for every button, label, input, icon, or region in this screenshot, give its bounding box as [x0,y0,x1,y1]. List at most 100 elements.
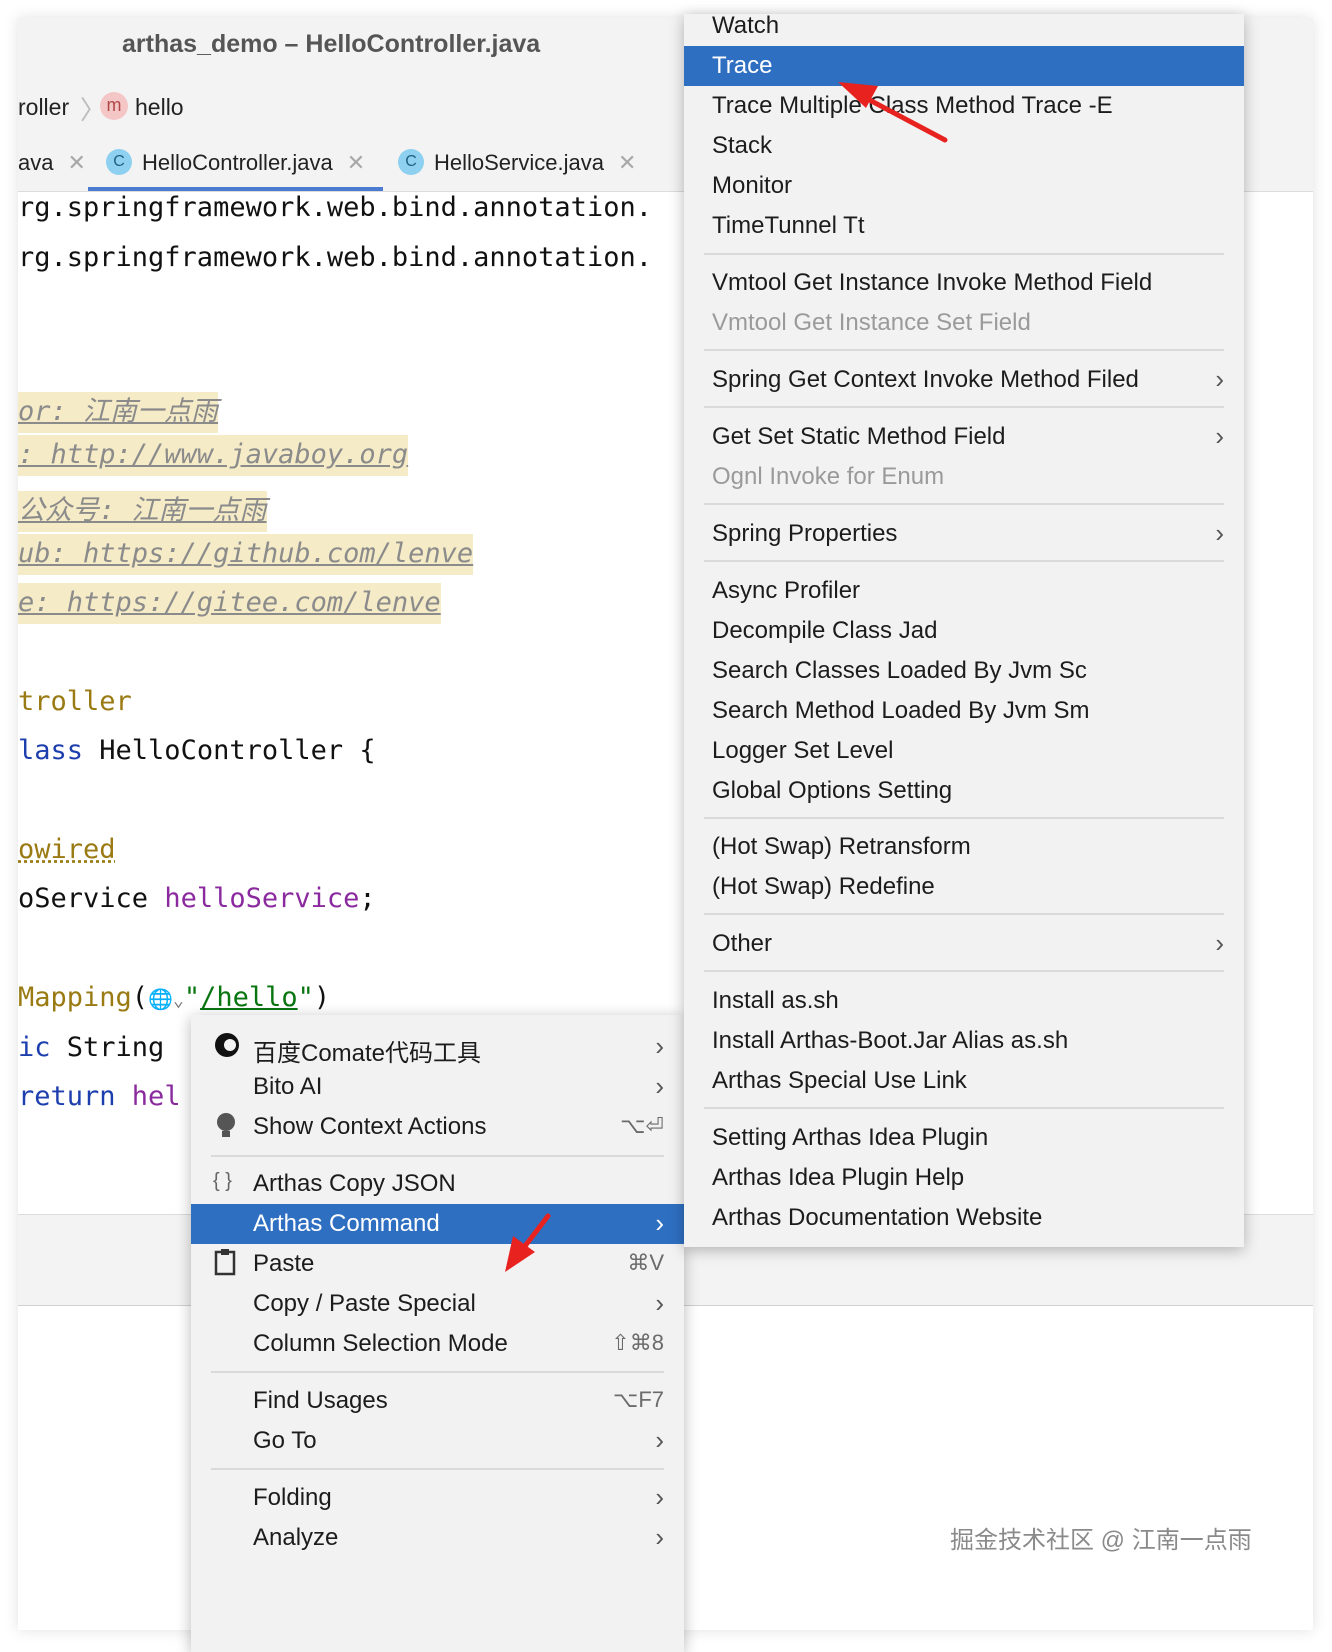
menu-item-get-set-static[interactable]: Get Set Static Method Field › [684,417,1244,457]
menu-item-paste[interactable]: Paste ⌘V [191,1244,684,1284]
menu-item-decompile-jad[interactable]: Decompile Class Jad [684,611,1244,651]
menu-item-label: Stack [712,132,773,159]
code-line-comment: e: https://gitee.com/lenve [18,583,441,624]
menu-item-label: Spring Properties [712,520,898,547]
code-line-comment: or: 江南一点雨 [18,389,219,433]
field-name: helloService [164,883,360,914]
menu-separator [704,817,1224,819]
menu-item-show-context-actions[interactable]: Show Context Actions ⌥⏎ [191,1107,684,1147]
menu-item-label: Search Classes Loaded By Jvm Sc [712,657,1087,684]
menu-item-async-profiler[interactable]: Async Profiler [684,571,1244,611]
breadcrumb-class[interactable]: roller [18,94,69,121]
menu-item-go-to[interactable]: Go To › [191,1421,684,1461]
menu-separator [211,1371,664,1373]
menu-item-trace[interactable]: Trace [684,46,1244,86]
window-title: arthas_demo – HelloController.java [122,30,541,58]
close-icon[interactable]: ✕ [67,150,85,175]
menu-separator [704,253,1224,255]
menu-item-label: Global Options Setting [712,777,953,804]
globe-icon[interactable]: 🌐 [148,987,173,1011]
breadcrumb-method[interactable]: hello [135,94,184,121]
menu-separator [704,560,1224,562]
menu-item-special-use-link[interactable]: Arthas Special Use Link [684,1061,1244,1101]
field-type: oService [18,883,165,914]
mapping-path[interactable]: /hello [200,982,298,1013]
menu-item-label: Async Profiler [712,577,861,604]
menu-item-install-boot-alias[interactable]: Install Arthas-Boot.Jar Alias as.sh [684,1021,1244,1061]
chevron-right-icon: › [655,1031,664,1061]
bulb-icon [213,1111,239,1147]
class-decl: HelloController { [83,735,376,766]
menu-item-spring-properties[interactable]: Spring Properties › [684,514,1244,554]
menu-item-documentation[interactable]: Arthas Documentation Website [684,1198,1244,1238]
menu-item-arthas-command[interactable]: Arthas Command › [191,1204,684,1244]
code-line-annotation: troller [18,686,132,717]
tab-label: ava [18,150,54,175]
method-icon: m [100,92,128,120]
menu-separator [704,970,1224,972]
menu-item-column-selection-mode[interactable]: Column Selection Mode ⇧⌘8 [191,1324,684,1364]
semicolon: ; [359,883,376,914]
menu-separator [211,1155,664,1157]
chevron-right-icon: › [1215,928,1224,958]
menu-item-find-usages[interactable]: Find Usages ⌥F7 [191,1381,684,1421]
keyword: lass [18,735,84,766]
close-icon[interactable]: ✕ [347,150,365,175]
menu-item-label: Arthas Documentation Website [712,1204,1043,1231]
menu-item-stack[interactable]: Stack [684,126,1244,166]
chevron-right-icon: › [655,1288,664,1318]
menu-item-plugin-help[interactable]: Arthas Idea Plugin Help [684,1158,1244,1198]
editor-context-menu: 百度Comate代码工具 › Bito AI › Show Context Ac… [191,1015,684,1652]
menu-item-label: Monitor [712,172,793,199]
chevron-right-icon: › [1215,421,1224,451]
menu-item-comate[interactable]: 百度Comate代码工具 › [191,1027,684,1067]
menu-item-label: Trace [712,52,773,79]
tab-other-java[interactable]: ava ✕ [18,136,86,191]
menu-item-arthas-copy-json[interactable]: { } Arthas Copy JSON [191,1164,684,1204]
menu-item-logger-level[interactable]: Logger Set Level [684,731,1244,771]
mapping-annotation: Mapping [18,982,132,1013]
menu-item-label: Decompile Class Jad [712,617,938,644]
menu-item-monitor[interactable]: Monitor [684,166,1244,206]
menu-item-search-method[interactable]: Search Method Loaded By Jvm Sm [684,691,1244,731]
menu-item-vmtool-invoke[interactable]: Vmtool Get Instance Invoke Method Field [684,263,1244,303]
menu-item-search-classes[interactable]: Search Classes Loaded By Jvm Sc [684,651,1244,691]
clipboard-icon [213,1248,237,1282]
menu-item-label: Other [712,930,773,957]
menu-item-label: Go To [253,1427,317,1454]
tab-helloservice[interactable]: C HelloService.java ✕ [398,136,636,191]
menu-item-label: Install as.sh [712,987,839,1014]
menu-item-spring-context[interactable]: Spring Get Context Invoke Method Filed › [684,360,1244,400]
code-line-class: lass HelloController { [18,735,376,766]
menu-item-watch[interactable]: Watch [684,6,1244,46]
menu-separator [704,406,1224,408]
menu-item-redefine[interactable]: (Hot Swap) Redefine [684,867,1244,907]
paren: ) [313,982,331,1013]
menu-item-folding[interactable]: Folding › [191,1478,684,1518]
menu-item-bito-ai[interactable]: Bito AI › [191,1067,684,1107]
arthas-command-submenu: Watch Trace Trace Multiple Class Method … [684,12,1244,1247]
paren: ( [131,982,149,1013]
menu-item-retransform[interactable]: (Hot Swap) Retransform [684,827,1244,867]
close-icon[interactable]: ✕ [618,150,636,175]
return-expr: hel [115,1081,181,1112]
menu-item-install-as[interactable]: Install as.sh [684,981,1244,1021]
comment-site: : http://www.javaboy.org [18,435,409,476]
menu-item-setting-plugin[interactable]: Setting Arthas Idea Plugin [684,1118,1244,1158]
menu-item-label: Install Arthas-Boot.Jar Alias as.sh [712,1027,1069,1054]
menu-item-global-options[interactable]: Global Options Setting [684,771,1244,811]
menu-item-copy-paste-special[interactable]: Copy / Paste Special › [191,1284,684,1324]
menu-item-timetunnel[interactable]: TimeTunnel Tt [684,206,1244,246]
menu-separator [211,1468,664,1470]
menu-item-label: Arthas Idea Plugin Help [712,1164,965,1191]
tab-hellocontroller[interactable]: C HelloController.java ✕ [88,136,384,191]
comate-icon [213,1031,241,1065]
keyword: ic [18,1032,51,1063]
menu-item-label: Find Usages [253,1387,388,1414]
menu-item-analyze[interactable]: Analyze › [191,1518,684,1558]
code-line-mapping: Mapping(🌐⌄"/hello") [18,982,330,1013]
menu-item-label: Trace Multiple Class Method Trace -E [712,92,1113,119]
menu-item-label: Column Selection Mode [253,1330,508,1357]
menu-item-trace-multiple[interactable]: Trace Multiple Class Method Trace -E [684,86,1244,126]
menu-item-other[interactable]: Other › [684,924,1244,964]
